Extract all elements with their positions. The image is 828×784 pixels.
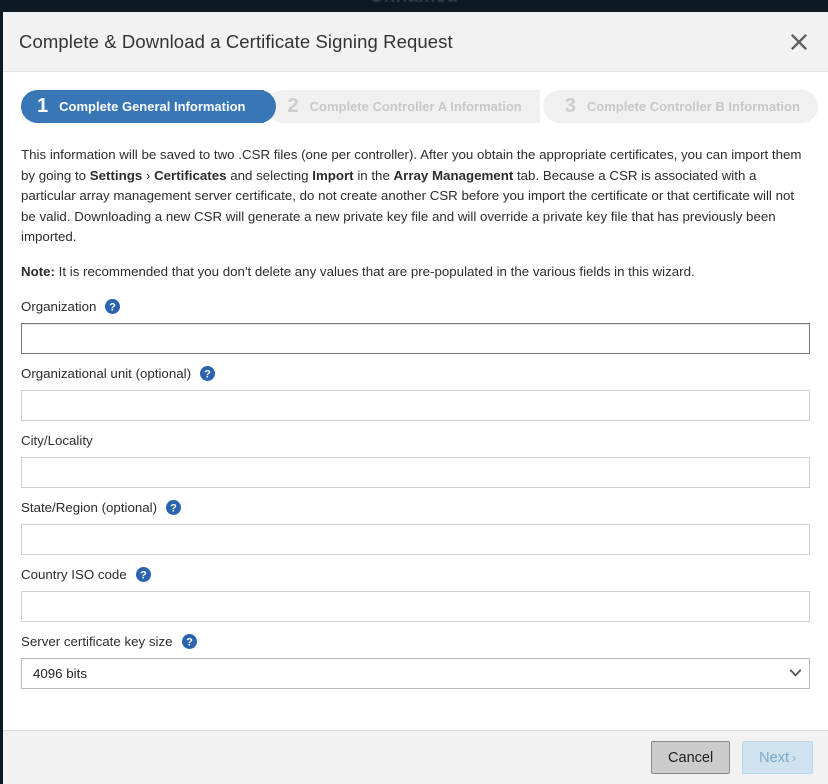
wizard-step-2-number: 2 [288,95,299,118]
chevron-right-icon: › [792,751,796,765]
help-circle-icon[interactable]: ? [200,366,215,381]
server-certificate-key-size-select[interactable]: 4096 bits [21,658,810,689]
field-key-size-label-row: Server certificate key size ? [21,633,810,651]
dialog-body: 1 Complete General Information 2 Complet… [3,72,828,730]
wizard-step-3-number: 3 [565,95,576,118]
field-organization-label: Organization [21,299,96,314]
wizard-step-2[interactable]: 2 Complete Controller A Information [266,90,540,123]
svg-text:?: ? [186,636,193,648]
help-circle-icon[interactable]: ? [105,299,120,314]
field-country-iso-code: Country ISO code ? [21,566,810,622]
intro-paragraph: This information will be saved to two .C… [21,145,810,248]
city-locality-input[interactable] [21,457,810,488]
country-iso-code-input[interactable] [21,591,810,622]
wizard-steps: 1 Complete General Information 2 Complet… [21,90,810,123]
field-state-region: State/Region (optional) ? [21,499,810,555]
organizational-unit-input[interactable] [21,390,810,421]
field-city-locality-label-row: City/Locality [21,432,810,450]
intro-bold-certificates: Certificates [154,168,226,183]
intro-separator: › [142,168,154,183]
wizard-step-1-label: Complete General Information [59,99,245,114]
intro-bold-settings: Settings [90,168,142,183]
field-state-region-label: State/Region (optional) [21,500,157,515]
help-circle-icon[interactable]: ? [166,500,181,515]
page-title: Complete & Download a Certificate Signin… [19,31,453,53]
app-background-title: Unnamed [0,0,828,8]
svg-text:?: ? [110,301,117,313]
note-paragraph: Note: It is recommended that you don't d… [21,262,810,282]
field-country-iso-code-label: Country ISO code [21,567,127,582]
close-icon[interactable] [784,27,814,57]
csr-general-info-form: Organization ? Organizational unit (opti… [21,298,810,689]
state-region-input[interactable] [21,524,810,555]
next-button[interactable]: Next › [742,741,813,774]
dialog-header: Complete & Download a Certificate Signin… [3,12,828,72]
help-circle-icon[interactable]: ? [182,634,197,649]
wizard-step-3-label: Complete Controller B Information [587,99,800,114]
next-button-label: Next [759,750,789,766]
wizard-step-2-label: Complete Controller A Information [310,99,522,114]
note-text: It is recommended that you don't delete … [55,264,695,279]
field-organizational-unit: Organizational unit (optional) ? [21,365,810,421]
field-organizational-unit-label-row: Organizational unit (optional) ? [21,365,810,383]
intro-text-c: in the [354,168,394,183]
field-organizational-unit-label: Organizational unit (optional) [21,366,191,381]
organization-input[interactable] [21,323,810,354]
field-city-locality-label: City/Locality [21,433,93,448]
wizard-step-1-number: 1 [37,95,48,118]
field-organization: Organization ? [21,298,810,354]
certificate-signing-request-dialog: Complete & Download a Certificate Signin… [0,12,828,784]
svg-text:?: ? [170,502,177,514]
help-circle-icon[interactable]: ? [136,567,151,582]
field-key-size-label: Server certificate key size [21,634,173,649]
dialog-footer: Cancel Next › [3,730,828,784]
svg-text:?: ? [204,368,211,380]
field-city-locality: City/Locality [21,432,810,488]
field-country-iso-code-label-row: Country ISO code ? [21,566,810,584]
field-server-certificate-key-size: Server certificate key size ? 4096 bits [21,633,810,689]
key-size-select-wrapper: 4096 bits [21,658,810,689]
svg-text:?: ? [140,569,147,581]
wizard-step-3[interactable]: 3 Complete Controller B Information [543,90,818,123]
field-organization-label-row: Organization ? [21,298,810,316]
wizard-step-1[interactable]: 1 Complete General Information [21,90,264,123]
cancel-button[interactable]: Cancel [651,741,730,774]
intro-bold-array-management: Array Management [394,168,514,183]
app-background-bar: Unnamed [0,0,828,12]
intro-text-b: and selecting [227,168,313,183]
field-state-region-label-row: State/Region (optional) ? [21,499,810,517]
note-label: Note: [21,264,55,279]
intro-bold-import: Import [312,168,353,183]
